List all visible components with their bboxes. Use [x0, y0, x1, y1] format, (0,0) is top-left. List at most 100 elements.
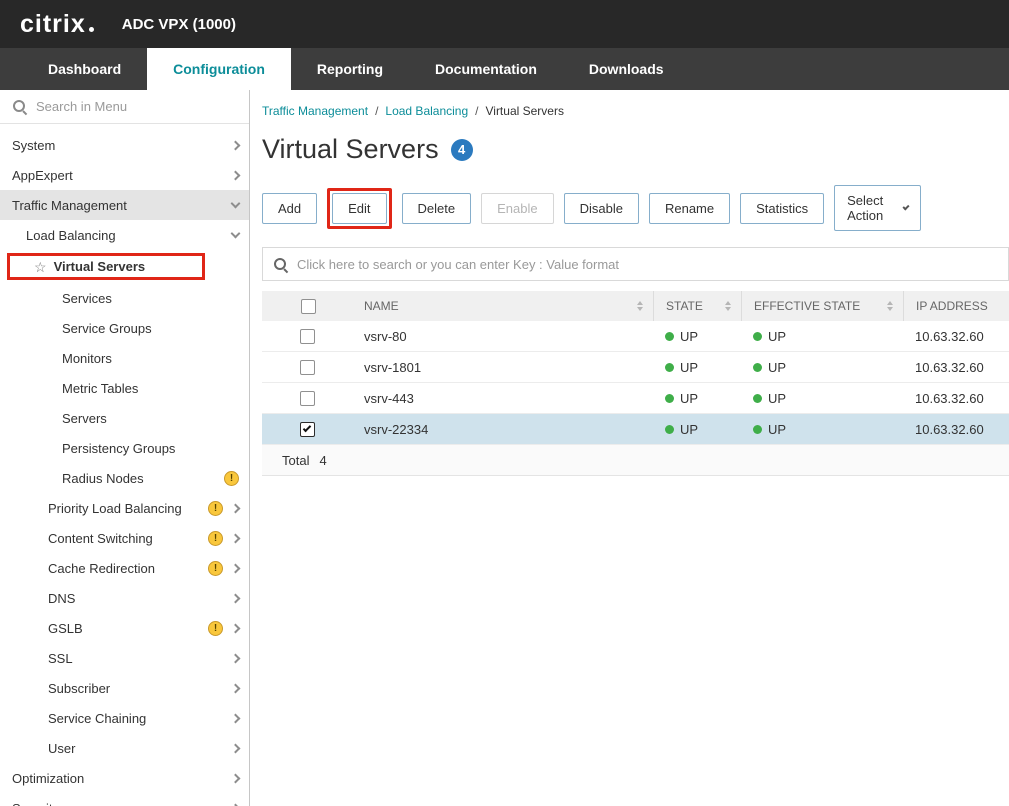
breadcrumb-link-load-balancing[interactable]: Load Balancing [385, 104, 468, 118]
count-badge: 4 [451, 139, 473, 161]
cell-effective-state: UP [741, 422, 903, 437]
column-header-ip-address: IP ADDRESS [903, 291, 1009, 321]
sidebar-item-label: Security [12, 801, 59, 806]
select-all-checkbox[interactable] [301, 299, 316, 314]
cell-name: vsrv-443 [352, 391, 653, 406]
chevron-right-icon [231, 743, 241, 753]
state-text: UP [680, 422, 698, 437]
cell-effective-state: UP [741, 360, 903, 375]
disable-button[interactable]: Disable [564, 193, 639, 224]
sidebar-item-ssl[interactable]: SSL [0, 643, 249, 673]
sidebar-item-dns[interactable]: DNS [0, 583, 249, 613]
primary-nav: DashboardConfigurationReportingDocumenta… [0, 48, 1009, 90]
row-checkbox[interactable] [300, 422, 315, 437]
tab-documentation[interactable]: Documentation [409, 48, 563, 90]
cell-state: UP [653, 422, 741, 437]
column-label: NAME [364, 299, 399, 313]
sidebar-item-label: DNS [48, 591, 75, 606]
table-header: NAME STATE EFFECTIVE STATE IP ADDRESS [262, 291, 1009, 321]
chevron-right-icon [231, 773, 241, 783]
row-checkbox-cell [262, 352, 352, 382]
cell-state: UP [653, 360, 741, 375]
row-checkbox[interactable] [300, 391, 315, 406]
sidebar-item-virtual-servers[interactable]: ☆Virtual Servers [0, 250, 249, 283]
sidebar-item-appexpert[interactable]: AppExpert [0, 160, 249, 190]
sidebar-item-subscriber[interactable]: Subscriber [0, 673, 249, 703]
row-checkbox-cell [262, 321, 352, 351]
tab-reporting[interactable]: Reporting [291, 48, 409, 90]
state-text: UP [680, 360, 698, 375]
cell-state: UP [653, 329, 741, 344]
sidebar-item-label: Servers [62, 411, 107, 426]
sidebar-item-label: Subscriber [48, 681, 110, 696]
table-filter-placeholder: Click here to search or you can enter Ke… [297, 257, 619, 272]
status-up-dot [665, 425, 674, 434]
sidebar-item-service-groups[interactable]: Service Groups [0, 313, 249, 343]
status-up-dot [753, 332, 762, 341]
sidebar-item-security[interactable]: Security [0, 793, 249, 806]
virtual-servers-table: NAME STATE EFFECTIVE STATE IP ADDRESS vsrv-8… [262, 291, 1009, 445]
row-checkbox[interactable] [300, 360, 315, 375]
column-label: IP ADDRESS [916, 299, 988, 313]
edit-button[interactable]: Edit [332, 193, 386, 224]
search-icon [273, 257, 288, 272]
table-total-row: Total 4 [262, 445, 1009, 476]
sidebar-item-cache-redirection[interactable]: Cache Redirection! [0, 553, 249, 583]
table-row-vsrv-80[interactable]: vsrv-80UPUP10.63.32.60 [262, 321, 1009, 352]
chevron-right-icon [231, 593, 241, 603]
sidebar-item-services[interactable]: Services [0, 283, 249, 313]
effective-state-text: UP [768, 391, 786, 406]
annotation-highlight: Edit [327, 188, 391, 229]
status-up-dot [665, 394, 674, 403]
column-header-name[interactable]: NAME [352, 291, 653, 321]
sort-icon [637, 301, 643, 311]
table-row-vsrv-1801[interactable]: vsrv-1801UPUP10.63.32.60 [262, 352, 1009, 383]
tab-downloads[interactable]: Downloads [563, 48, 690, 90]
sidebar-item-optimization[interactable]: Optimization [0, 763, 249, 793]
table-row-vsrv-443[interactable]: vsrv-443UPUP10.63.32.60 [262, 383, 1009, 414]
table-filter-input[interactable]: Click here to search or you can enter Ke… [262, 247, 1009, 281]
sidebar-item-servers[interactable]: Servers [0, 403, 249, 433]
top-header: citrix ADC VPX (1000) [0, 0, 1009, 48]
sidebar-item-content-switching[interactable]: Content Switching! [0, 523, 249, 553]
chevron-right-icon [231, 170, 241, 180]
sidebar-item-label: Services [62, 291, 112, 306]
row-checkbox-cell [262, 383, 352, 413]
sidebar-item-system[interactable]: System [0, 130, 249, 160]
breadcrumb-link-traffic-management[interactable]: Traffic Management [262, 104, 368, 118]
column-header-effective-state[interactable]: EFFECTIVE STATE [741, 291, 903, 321]
citrix-logo-text: citrix [20, 10, 86, 39]
main-content: Traffic Management/Load Balancing/Virtua… [250, 90, 1009, 806]
star-icon: ☆ [34, 260, 47, 274]
cell-effective-state: UP [741, 329, 903, 344]
sidebar-item-load-balancing[interactable]: Load Balancing [0, 220, 249, 250]
sidebar-item-user[interactable]: User [0, 733, 249, 763]
tab-configuration[interactable]: Configuration [147, 48, 291, 90]
nav-tabs: DashboardConfigurationReportingDocumenta… [22, 48, 690, 90]
sidebar-item-service-chaining[interactable]: Service Chaining [0, 703, 249, 733]
add-button[interactable]: Add [262, 193, 317, 224]
column-label: STATE [666, 299, 703, 313]
title-row: Virtual Servers 4 [262, 134, 1009, 165]
delete-button[interactable]: Delete [402, 193, 472, 224]
sidebar-item-radius-nodes[interactable]: Radius Nodes! [0, 463, 249, 493]
chevron-right-icon [231, 503, 241, 513]
sidebar-item-label: Service Chaining [48, 711, 146, 726]
row-checkbox[interactable] [300, 329, 315, 344]
sidebar-item-metric-tables[interactable]: Metric Tables [0, 373, 249, 403]
statistics-button[interactable]: Statistics [740, 193, 824, 224]
column-header-state[interactable]: STATE [653, 291, 741, 321]
sidebar-item-persistency-groups[interactable]: Persistency Groups [0, 433, 249, 463]
sidebar-item-traffic-management[interactable]: Traffic Management [0, 190, 249, 220]
rename-button[interactable]: Rename [649, 193, 730, 224]
select-action-dropdown[interactable]: Select Action [834, 185, 921, 231]
tab-dashboard[interactable]: Dashboard [22, 48, 147, 90]
cell-state: UP [653, 391, 741, 406]
menu-search-input[interactable]: Search in Menu [0, 90, 249, 124]
table-row-vsrv-22334[interactable]: vsrv-22334UPUP10.63.32.60 [262, 414, 1009, 445]
sidebar-item-gslb[interactable]: GSLB! [0, 613, 249, 643]
select-all-cell [262, 291, 352, 321]
sidebar-item-priority-load-balancing[interactable]: Priority Load Balancing! [0, 493, 249, 523]
breadcrumb-current: Virtual Servers [485, 104, 563, 118]
sidebar-item-monitors[interactable]: Monitors [0, 343, 249, 373]
